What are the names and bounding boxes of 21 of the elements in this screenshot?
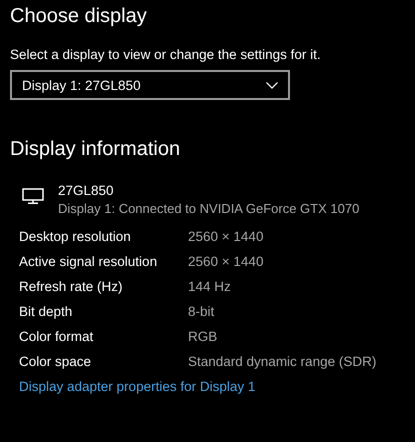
chevron-down-icon xyxy=(266,82,278,88)
property-value: Standard dynamic range (SDR) xyxy=(188,353,378,371)
adapter-properties-link[interactable]: Display adapter properties for Display 1 xyxy=(19,378,415,396)
property-label: Bit depth xyxy=(19,303,74,321)
property-value: 2560 × 1440 xyxy=(188,253,264,271)
property-value: 144 Hz xyxy=(188,278,232,296)
property-value: 8-bit xyxy=(188,303,216,321)
property-value: 2560 × 1440 xyxy=(188,228,264,246)
property-label: Refresh rate (Hz) xyxy=(19,278,124,296)
property-label: Color space xyxy=(19,353,92,371)
monitor-name: 27GL850 xyxy=(58,182,115,200)
section-title: Choose display xyxy=(10,4,148,29)
display-dropdown[interactable]: Display 1: 27GL850 xyxy=(10,70,290,100)
section-title: Display information xyxy=(10,137,182,162)
property-value: RGB xyxy=(188,328,218,346)
monitor-icon xyxy=(22,188,44,204)
description-text: Select a display to view or change the settings for it. xyxy=(10,46,322,64)
property-label: Active signal resolution xyxy=(19,253,158,271)
connection-text: Display 1: Connected to NVIDIA GeForce GTX 1070 xyxy=(58,200,360,218)
property-label: Desktop resolution xyxy=(19,228,132,246)
property-label: Color format xyxy=(19,328,94,346)
